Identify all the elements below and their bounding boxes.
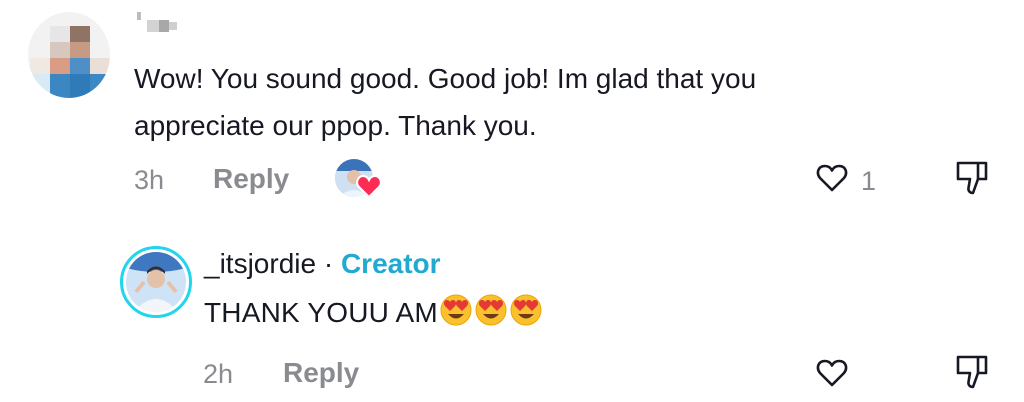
reply-header: _itsjordie · Creator xyxy=(204,248,441,280)
reply-separator: · xyxy=(323,248,334,279)
heart-eyes-emoji-icon xyxy=(440,294,472,326)
reply-timestamp: 2h xyxy=(203,359,234,389)
creator-heart-icon xyxy=(356,175,382,199)
comment-text: Wow! You sound good. Good job! Im glad t… xyxy=(134,63,757,141)
comment-dislike-icon[interactable] xyxy=(953,160,991,196)
commenter-avatar[interactable] xyxy=(28,12,110,98)
reply-username[interactable]: _itsjordie xyxy=(204,248,316,279)
comment-like-count: 1 xyxy=(861,166,877,196)
reply-dislike-icon[interactable] xyxy=(953,354,991,390)
reply-text-line: THANK YOUU AM xyxy=(204,293,543,329)
reply-reply-button[interactable]: Reply xyxy=(283,357,359,389)
heart-eyes-emoji-icon xyxy=(475,294,507,326)
heart-eyes-emoji-icon xyxy=(510,294,542,326)
commenter-username-redacted[interactable] xyxy=(137,12,183,40)
reply-like-heart-icon[interactable] xyxy=(816,357,848,389)
comment-reply-button[interactable]: Reply xyxy=(213,163,289,195)
comment-like-heart-icon[interactable] xyxy=(816,162,848,194)
creator-avatar[interactable] xyxy=(120,246,192,318)
reply-text: THANK YOUU AM xyxy=(204,297,438,328)
creator-badge: Creator xyxy=(340,248,441,279)
comment-timestamp: 3h xyxy=(134,165,165,195)
